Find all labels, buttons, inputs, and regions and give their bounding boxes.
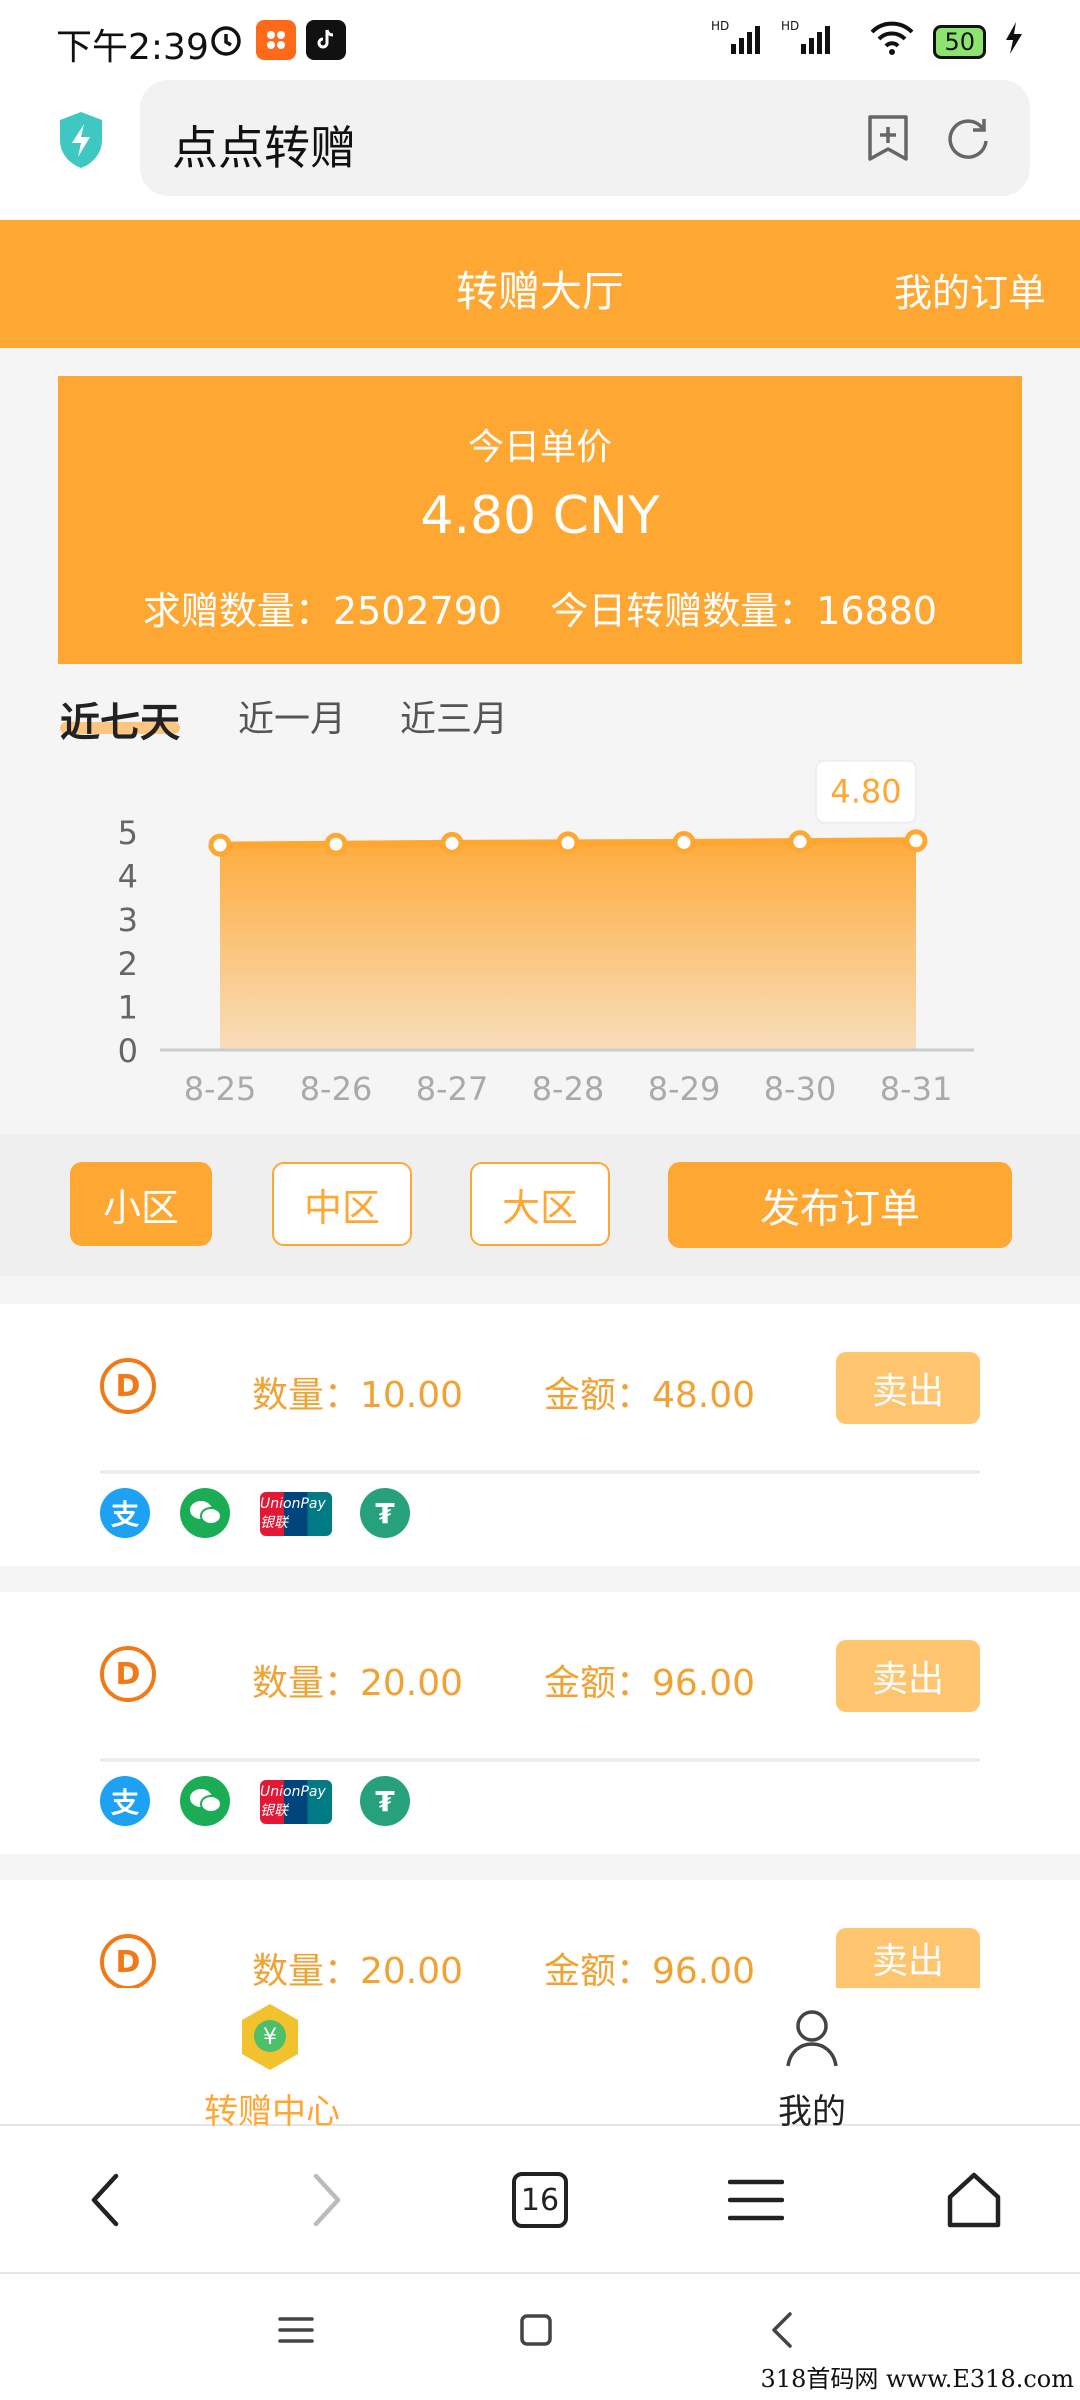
- order-card: [0, 1592, 1080, 1854]
- back-icon[interactable]: [66, 2160, 146, 2240]
- status-right: HD HD 50: [711, 18, 1024, 65]
- svg-text:HD: HD: [711, 19, 729, 33]
- x-tick-label: 8-30: [764, 1070, 837, 1108]
- tether-icon: ₮: [360, 1488, 410, 1538]
- y-tick-label: 5: [118, 814, 138, 852]
- x-tick-label: 8-31: [880, 1070, 953, 1108]
- wifi-icon: [869, 20, 915, 63]
- data-point: [440, 831, 464, 855]
- add-bookmark-icon[interactable]: [860, 110, 916, 166]
- request-count: 求赠数量：2502790: [142, 589, 503, 633]
- coin-logo-icon: D: [100, 1934, 156, 1990]
- forward-icon[interactable]: [286, 2160, 366, 2240]
- alipay-icon: 支: [100, 1488, 150, 1538]
- zone-small-button[interactable]: 小区: [70, 1162, 212, 1246]
- alipay-icon: 支: [100, 1776, 150, 1826]
- svg-text:¥: ¥: [263, 2025, 277, 2050]
- data-point: [672, 830, 696, 854]
- sell-button[interactable]: 卖出: [836, 1640, 980, 1712]
- url-title[interactable]: 点点转赠: [172, 112, 356, 178]
- zone-large-button[interactable]: 大区: [470, 1162, 610, 1246]
- y-tick-label: 2: [118, 945, 138, 983]
- app-notification-icon: [256, 20, 296, 60]
- coin-logo-icon: D: [100, 1358, 156, 1414]
- sell-button[interactable]: 卖出: [836, 1928, 980, 1988]
- coin-logo-icon: D: [100, 1646, 156, 1702]
- x-tick-label: 8-25: [184, 1070, 257, 1108]
- order-divider: [100, 1758, 980, 1762]
- price-value: 4.80 CNY: [420, 486, 660, 546]
- order-quantity: 数量：10.00: [252, 1375, 464, 1416]
- recents-icon[interactable]: [266, 2300, 326, 2360]
- order-amount: 金额：48.00: [544, 1375, 756, 1416]
- unionpay-icon: UnionPay 银联: [260, 1780, 332, 1824]
- tether-icon: ₮: [360, 1776, 410, 1826]
- watermark: 318首码网 www.E318.com: [760, 2365, 1074, 2393]
- tab-one-month[interactable]: 近一月: [238, 690, 346, 742]
- svg-text:HD: HD: [781, 19, 799, 33]
- order-quantity: 数量：20.00: [252, 1663, 464, 1704]
- data-point: [788, 830, 812, 854]
- order-divider: [100, 1470, 980, 1474]
- series-area: [220, 840, 916, 1050]
- tooltip-value: 4.80: [830, 773, 901, 811]
- unionpay-icon: UnionPay 银联: [260, 1492, 332, 1536]
- order-quantity: 数量：20.00: [252, 1951, 464, 1992]
- user-icon[interactable]: [782, 2006, 842, 2070]
- zone-medium-button[interactable]: 中区: [272, 1162, 412, 1246]
- my-orders-link[interactable]: 我的订单: [894, 262, 1046, 317]
- order-card: [0, 1304, 1080, 1566]
- data-point: [324, 832, 348, 856]
- system-back-icon[interactable]: [752, 2300, 812, 2360]
- charging-icon: [1004, 22, 1024, 61]
- price-stats: 求赠数量：2502790 今日转赠数量：16880: [58, 580, 1022, 635]
- home-icon[interactable]: [934, 2160, 1014, 2240]
- x-tick-label: 8-26: [300, 1070, 373, 1108]
- x-tick-label: 8-29: [648, 1070, 721, 1108]
- hd-signal-icon: HD HD: [711, 18, 851, 65]
- battery-indicator: 50: [933, 24, 986, 59]
- y-tick-label: 1: [118, 988, 138, 1026]
- price-label: 今日单价: [467, 427, 612, 468]
- wechat-icon: [180, 1488, 230, 1538]
- wechat-icon: [180, 1776, 230, 1826]
- order-amount: 金额：96.00: [544, 1663, 756, 1704]
- status-time: 下午2:39: [56, 27, 209, 68]
- home-square-icon[interactable]: [506, 2300, 566, 2360]
- tiktok-icon: [306, 20, 346, 60]
- data-point: [556, 831, 580, 855]
- y-tick-label: 4: [118, 858, 138, 896]
- y-tick-label: 3: [118, 901, 138, 939]
- tab-count: 16: [512, 2172, 568, 2228]
- sell-button[interactable]: 卖出: [836, 1352, 980, 1424]
- shield-icon[interactable]: [56, 110, 106, 170]
- x-tick-label: 8-27: [416, 1070, 489, 1108]
- tabs-button[interactable]: 16: [500, 2160, 580, 2240]
- refresh-icon[interactable]: [940, 110, 996, 166]
- order-amount: 金额：96.00: [544, 1951, 756, 1992]
- y-tick-label: 0: [118, 1032, 138, 1070]
- transfer-center-icon[interactable]: ¥: [238, 2002, 302, 2072]
- tab-seven-days[interactable]: 近七天: [60, 690, 180, 748]
- price-chart-svg: 0 1 2 3 4 5 8-25 8-26 8-27 8-28 8-29 8-30 8-31 4.80: [118, 759, 974, 1108]
- alarm-icon: [206, 20, 246, 60]
- data-point: [904, 829, 928, 853]
- x-tick-label: 8-28: [532, 1070, 605, 1108]
- price-chart: 0 1 2 3 4 5 8-25 8-26 8-27 8-28 8-29 8-30 8-31 4.80: [0, 750, 1080, 1130]
- menu-icon[interactable]: [716, 2160, 796, 2240]
- publish-order-button[interactable]: 发布订单: [668, 1162, 1012, 1248]
- tab-three-months[interactable]: 近三月: [400, 690, 508, 742]
- data-point: [208, 833, 232, 857]
- today-transfer-count: 今日转赠数量：16880: [550, 589, 938, 633]
- app-tab-bar: [0, 1988, 1080, 2126]
